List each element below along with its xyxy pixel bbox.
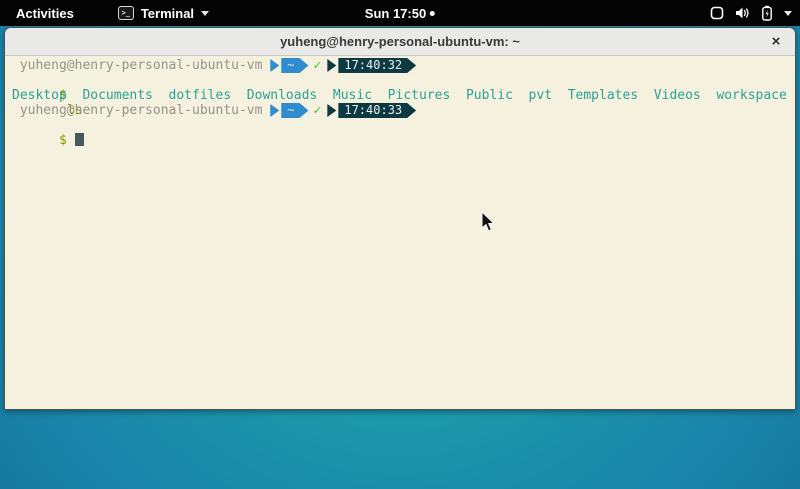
volume-icon bbox=[735, 6, 750, 20]
command-line: $ ls bbox=[12, 73, 83, 88]
activities-button[interactable]: Activities bbox=[12, 4, 78, 23]
prompt-user-host: yuheng@henry-personal-ubuntu-vm bbox=[12, 58, 270, 73]
chevron-down-icon bbox=[201, 11, 209, 16]
notification-dot bbox=[430, 11, 435, 16]
app-menu-terminal[interactable]: >_ Terminal bbox=[118, 6, 209, 21]
battery-charging-icon bbox=[761, 5, 773, 21]
current-input-line: $ bbox=[12, 118, 84, 133]
terminal-icon: >_ bbox=[118, 6, 134, 20]
top-bar: Activities >_ Terminal Sun 17:50 bbox=[0, 0, 800, 26]
prompt-cwd-segment: ~ bbox=[281, 58, 308, 73]
status-check-icon: ✓ bbox=[314, 58, 322, 73]
terminal-window: yuheng@henry-personal-ubuntu-vm: ~ × yuh… bbox=[4, 27, 796, 410]
clock-label: Sun 17:50 bbox=[365, 6, 426, 21]
clock-menu[interactable]: Sun 17:50 bbox=[365, 6, 435, 21]
prompt-line-2: yuheng@henry-personal-ubuntu-vm ~ ✓ 17:4… bbox=[12, 103, 416, 118]
powerline-separator-icon bbox=[270, 104, 279, 117]
system-menu-chevron-icon bbox=[784, 11, 792, 16]
terminal-block-cursor bbox=[75, 133, 84, 146]
close-icon[interactable]: × bbox=[767, 33, 785, 51]
powerline-separator-icon bbox=[327, 59, 336, 72]
prompt-user-host: yuheng@henry-personal-ubuntu-vm bbox=[12, 103, 270, 118]
prompt-time-segment: 17:40:33 bbox=[338, 103, 416, 118]
prompt-symbol: $ bbox=[59, 133, 67, 148]
window-titlebar[interactable]: yuheng@henry-personal-ubuntu-vm: ~ × bbox=[5, 28, 795, 56]
display-icon bbox=[710, 6, 724, 20]
powerline-separator-icon bbox=[270, 59, 279, 72]
status-check-icon: ✓ bbox=[314, 103, 322, 118]
powerline-separator-icon bbox=[327, 104, 336, 117]
terminal-screen[interactable]: yuheng@henry-personal-ubuntu-vm ~ ✓ 17:4… bbox=[5, 56, 795, 410]
ls-output-line: Desktop Documents dotfiles Downloads Mus… bbox=[12, 88, 787, 103]
prompt-line-1: yuheng@henry-personal-ubuntu-vm ~ ✓ 17:4… bbox=[12, 58, 416, 73]
system-menu[interactable] bbox=[710, 0, 792, 26]
prompt-time-segment: 17:40:32 bbox=[338, 58, 416, 73]
window-title: yuheng@henry-personal-ubuntu-vm: ~ bbox=[280, 34, 520, 49]
app-menu-label: Terminal bbox=[141, 6, 194, 21]
prompt-cwd-segment: ~ bbox=[281, 103, 308, 118]
